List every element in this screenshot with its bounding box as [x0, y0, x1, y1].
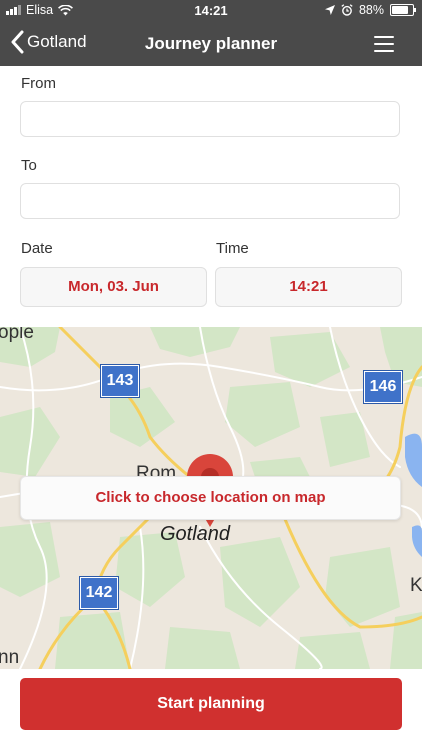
map-label-partial: nn: [0, 647, 20, 668]
hamburger-menu-icon[interactable]: [374, 36, 394, 52]
map-place-label: Gotland: [160, 523, 231, 545]
map-label-partial: K: [410, 575, 422, 596]
to-input[interactable]: [20, 183, 400, 219]
bottom-bar: Start planning: [0, 669, 422, 750]
nav-bar: Gotland Journey planner: [0, 22, 422, 66]
alarm-icon: [341, 4, 353, 16]
road-shield-142: 142: [80, 577, 118, 609]
time-picker[interactable]: 14:21: [215, 267, 402, 307]
status-right: 88%: [324, 3, 416, 17]
road-shield-143: 143: [101, 365, 139, 397]
to-label: To: [21, 157, 37, 174]
time-label: Time: [216, 240, 249, 257]
battery-percent: 88%: [358, 3, 384, 17]
choose-location-button[interactable]: Click to choose location on map: [20, 476, 401, 520]
start-planning-button[interactable]: Start planning: [20, 678, 402, 730]
road-shield-146: 146: [364, 371, 402, 403]
battery-icon: [390, 4, 416, 16]
from-label: From: [21, 75, 56, 92]
map-view[interactable]: 143 146 142 ople Rom K nn Gotland Click …: [0, 327, 422, 669]
chevron-left-icon: [11, 30, 24, 54]
status-bar: Elisa 14:21 88%: [0, 0, 422, 22]
from-input[interactable]: [20, 101, 400, 137]
date-picker[interactable]: Mon, 03. Jun: [20, 267, 207, 307]
map-label-partial: ople: [0, 327, 34, 343]
location-arrow-icon: [324, 5, 335, 15]
date-label: Date: [21, 240, 53, 257]
back-button-label: Gotland: [27, 32, 87, 51]
back-button[interactable]: Gotland: [10, 30, 87, 54]
